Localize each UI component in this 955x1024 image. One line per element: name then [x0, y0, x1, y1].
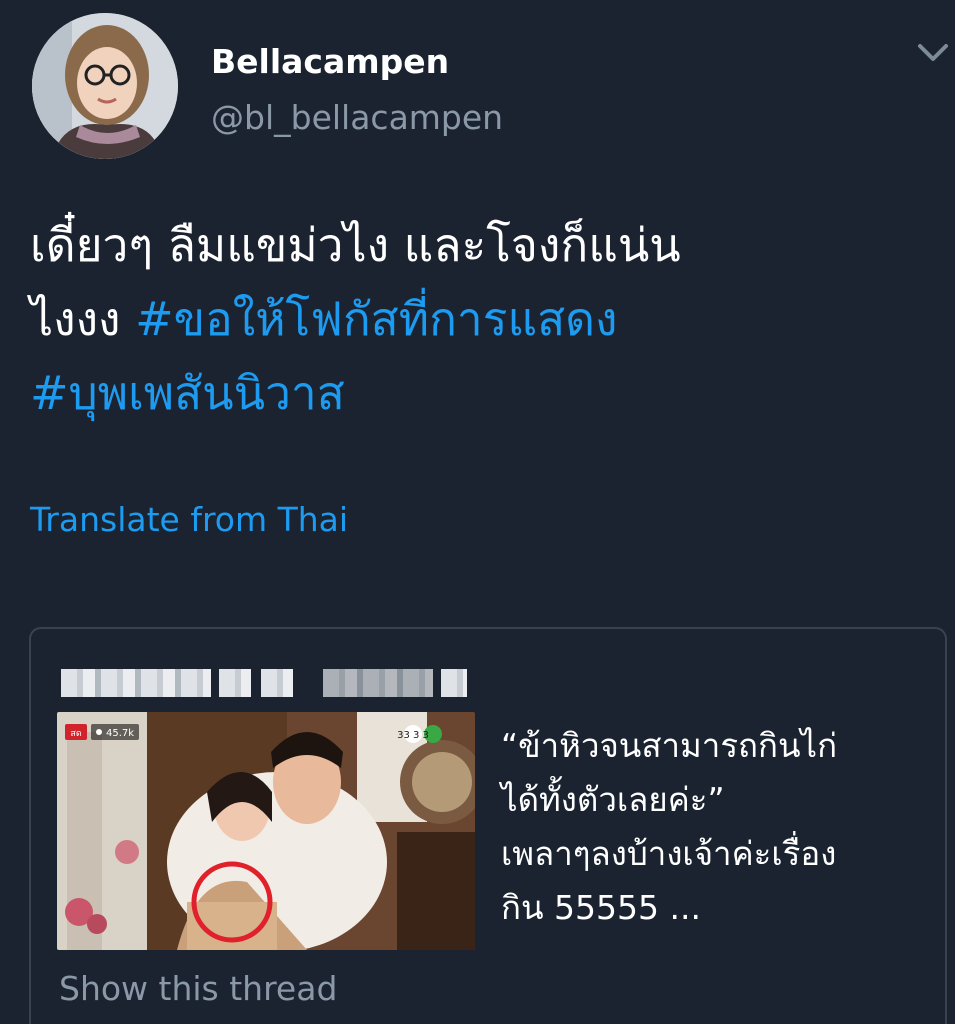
- tweet-text: เดี๋ยวๆ ลืมแขม่วไง และโจงก็แน่น ไงงง #ขอ…: [30, 208, 930, 430]
- tweet-line-2: ไงงง #ขอให้โฟกัสที่การแสดง: [30, 282, 930, 356]
- hashtag-focus-on-acting[interactable]: #ขอให้โฟกัสที่การแสดง: [135, 292, 617, 346]
- view-count: 45.7k: [106, 728, 134, 739]
- live-badge: สด: [70, 729, 81, 739]
- user-handle[interactable]: @bl_bellacampen: [211, 96, 503, 140]
- quoted-tweet-text: “ข้าหิวจนสามารถกินไก่ ได้ทั้งตัวเลยค่ะ” …: [501, 719, 941, 935]
- quoted-tweet-card[interactable]: สด 45.7k 33 3 3 “ข้าหิวจนสามารถกินไก่ ได…: [29, 627, 947, 1024]
- profile-photo-icon: [32, 13, 178, 159]
- translate-link[interactable]: Translate from Thai: [30, 496, 348, 544]
- eye-icon: [96, 729, 102, 735]
- channel-logo: 33 3 3: [397, 730, 429, 741]
- quoted-media-image[interactable]: สด 45.7k 33 3 3: [57, 712, 475, 950]
- quoted-line-1: “ข้าหิวจนสามารถกินไก่: [501, 726, 838, 765]
- hashtag-bupphesanniwat[interactable]: #บุพเพสันนิวาส: [30, 366, 345, 420]
- tweet-line-2-text: ไงงง: [30, 292, 136, 346]
- tweet-view: Bellacampen @bl_bellacampen เดี๋ยวๆ ลืมแ…: [0, 0, 955, 1024]
- chevron-down-icon[interactable]: [916, 40, 950, 66]
- tweet-line-1: เดี๋ยวๆ ลืมแขม่วไง และโจงก็แน่น: [30, 218, 681, 272]
- tweet-line-3: #บุพเพสันนิวาส: [30, 356, 930, 430]
- quoted-line-3: เพลาๆลงบ้างเจ้าค่ะเรื่อง: [501, 834, 837, 873]
- avatar[interactable]: [32, 13, 178, 159]
- quoted-line-2: ได้ทั้งตัวเลยค่ะ”: [501, 780, 725, 819]
- quoted-line-4: กิน 55555 ...: [501, 888, 701, 927]
- display-name[interactable]: Bellacampen: [211, 40, 449, 84]
- show-thread-link[interactable]: Show this thread: [59, 965, 337, 1013]
